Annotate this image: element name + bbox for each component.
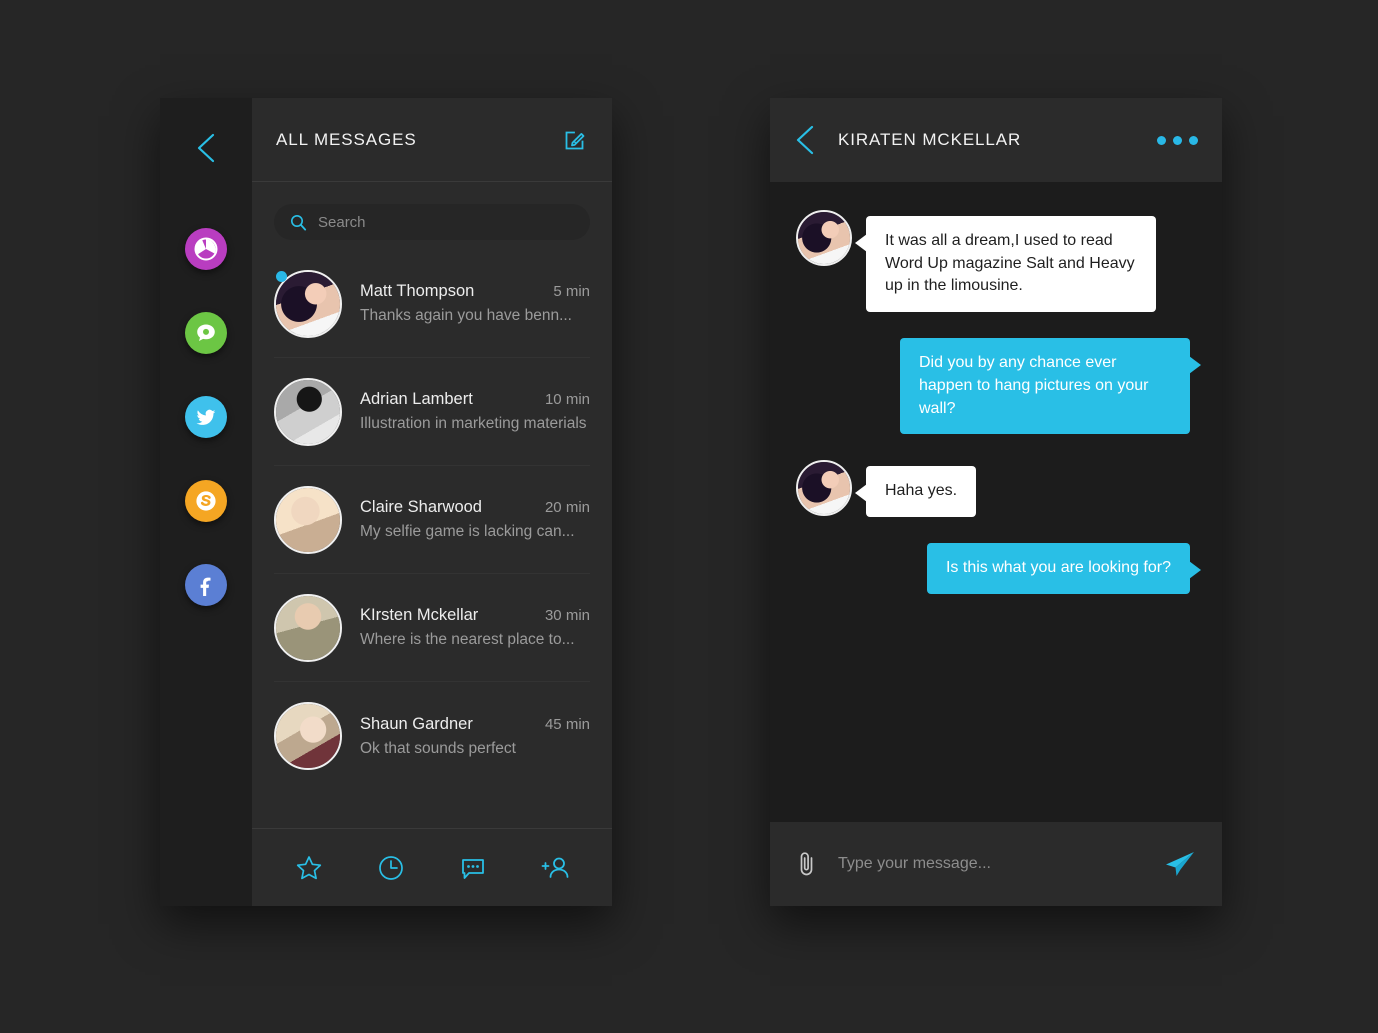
avatar <box>274 485 342 554</box>
timestamp: 5 min <box>553 283 590 300</box>
contact-name: Claire Sharwood <box>360 498 482 516</box>
timestamp: 10 min <box>544 391 590 408</box>
timestamp: 20 min <box>544 499 590 516</box>
message-bubble: It was all a dream,I used to read Word U… <box>855 216 1156 313</box>
message-bubble: Did you by any chance ever happen to han… <box>900 338 1201 435</box>
bottom-toolbar <box>252 828 612 906</box>
chevron-left-icon <box>796 125 814 155</box>
timestamp: 30 min <box>544 607 590 624</box>
message-preview: Ok that sounds perfect <box>360 739 516 757</box>
contact-name: Matt Thompson <box>360 282 475 300</box>
conversation-app-window: KIRATEN MCKELLAR It was all a dream,I us… <box>770 98 1222 906</box>
rail-item-skype[interactable] <box>185 480 227 522</box>
social-rail <box>160 98 252 906</box>
conversation-text: KIrsten Mckellar 30 min Where is the nea… <box>360 606 590 649</box>
messages-button[interactable] <box>450 845 496 891</box>
search-input[interactable]: Search <box>274 204 590 240</box>
list-header: ALL MESSAGES <box>252 98 612 182</box>
add-contact-button[interactable] <box>532 845 578 891</box>
conversation-row-0[interactable]: Matt Thompson 5 min Thanks again you hav… <box>274 250 590 358</box>
search-area: Search <box>252 182 612 250</box>
message-composer: Type your message... <box>770 822 1222 906</box>
chat-bubble-icon <box>197 324 215 341</box>
compose-edit-icon <box>565 131 585 149</box>
message-thread: It was all a dream,I used to read Word U… <box>770 182 1222 822</box>
star-icon <box>296 855 322 879</box>
conversation-back-button[interactable] <box>794 124 816 156</box>
avatar <box>274 377 342 446</box>
message-preview: My selfie game is lacking can... <box>360 523 575 540</box>
favorites-button[interactable] <box>286 845 332 891</box>
recent-button[interactable] <box>368 845 414 891</box>
conversation-title: KIRATEN MCKELLAR <box>838 130 1022 149</box>
skype-icon <box>196 491 216 511</box>
attach-button[interactable] <box>796 849 818 879</box>
messages-app-window: ALL MESSAGES Search Matt Thompson 5 min … <box>160 98 612 906</box>
message-bubble: Is this what you are looking for? <box>926 543 1202 594</box>
avatar-wrap <box>274 593 342 662</box>
conversation-row-2[interactable]: Claire Sharwood 20 min My selfie game is… <box>274 466 590 574</box>
message-bubble: Haha yes. <box>854 466 977 518</box>
paperclip-icon <box>800 852 813 876</box>
conversation-row-4[interactable]: Shaun Gardner 45 min Ok that sounds perf… <box>274 682 590 790</box>
screen: ALL MESSAGES Search Matt Thompson 5 min … <box>0 0 1378 1033</box>
avatar <box>274 702 342 770</box>
send-paper-plane-icon <box>1166 852 1194 876</box>
conversation-header: KIRATEN MCKELLAR <box>770 98 1222 182</box>
contact-name: Adrian Lambert <box>360 390 473 408</box>
conversation-text: Adrian Lambert 10 min Illustration in ma… <box>360 390 590 433</box>
add-person-icon <box>541 857 569 878</box>
avatar-wrap <box>274 269 342 338</box>
more-dots-icon <box>1189 135 1198 145</box>
chat-dots-icon <box>462 858 484 879</box>
search-placeholder: Search <box>318 213 366 231</box>
contact-name: Shaun Gardner <box>360 714 473 733</box>
message-preview: Illustration in marketing materials <box>360 415 587 432</box>
avatar <box>274 593 342 662</box>
avatar-wrap <box>274 377 342 446</box>
message-preview: Where is the nearest place to... <box>360 631 575 648</box>
timestamp: 45 min <box>544 715 590 733</box>
message-row-outgoing: Did you by any chance ever happen to han… <box>796 338 1201 435</box>
twitter-bird-icon <box>196 409 216 425</box>
rail-item-twitter[interactable] <box>185 396 227 438</box>
rail-item-facebook[interactable] <box>185 564 227 606</box>
page-title: ALL MESSAGES <box>276 129 417 149</box>
chevron-left-icon <box>197 133 215 163</box>
avatar <box>796 460 852 517</box>
conversation-text: Claire Sharwood 20 min My selfie game is… <box>360 498 590 541</box>
facebook-icon <box>200 577 211 596</box>
more-options-button[interactable] <box>1157 135 1198 145</box>
message-preview: Thanks again you have benn... <box>360 307 572 324</box>
conversation-list[interactable]: Matt Thompson 5 min Thanks again you hav… <box>252 250 612 828</box>
conversation-text: Shaun Gardner 45 min Ok that sounds perf… <box>360 715 590 758</box>
message-row-incoming: It was all a dream,I used to read Word U… <box>796 210 1190 313</box>
conversation-row-3[interactable]: KIrsten Mckellar 30 min Where is the nea… <box>274 574 590 682</box>
compose-button[interactable] <box>562 127 588 153</box>
message-row-incoming: Haha yes. <box>796 460 1190 518</box>
contact-name: KIrsten Mckellar <box>360 606 479 624</box>
rail-item-messages[interactable] <box>185 312 227 354</box>
aperture-icon <box>194 237 218 261</box>
avatar-wrap <box>274 702 342 770</box>
clock-icon <box>379 855 403 880</box>
conversation-text: Matt Thompson 5 min Thanks again you hav… <box>360 282 590 325</box>
rail-back-button[interactable] <box>182 124 230 172</box>
avatar-wrap <box>274 485 342 554</box>
social-rail-items <box>160 228 252 606</box>
more-dots-icon <box>1157 135 1166 145</box>
avatar <box>796 210 852 266</box>
message-row-outgoing: Is this what you are looking for? <box>796 543 1202 594</box>
conversation-list-panel: ALL MESSAGES Search Matt Thompson 5 min … <box>252 98 612 906</box>
rail-item-photos[interactable] <box>185 228 227 270</box>
send-button[interactable] <box>1162 849 1196 879</box>
search-icon <box>291 214 307 231</box>
message-input[interactable]: Type your message... <box>838 855 1142 873</box>
unread-badge <box>276 270 287 282</box>
conversation-row-1[interactable]: Adrian Lambert 10 min Illustration in ma… <box>274 358 590 466</box>
more-dots-icon <box>1173 135 1182 145</box>
